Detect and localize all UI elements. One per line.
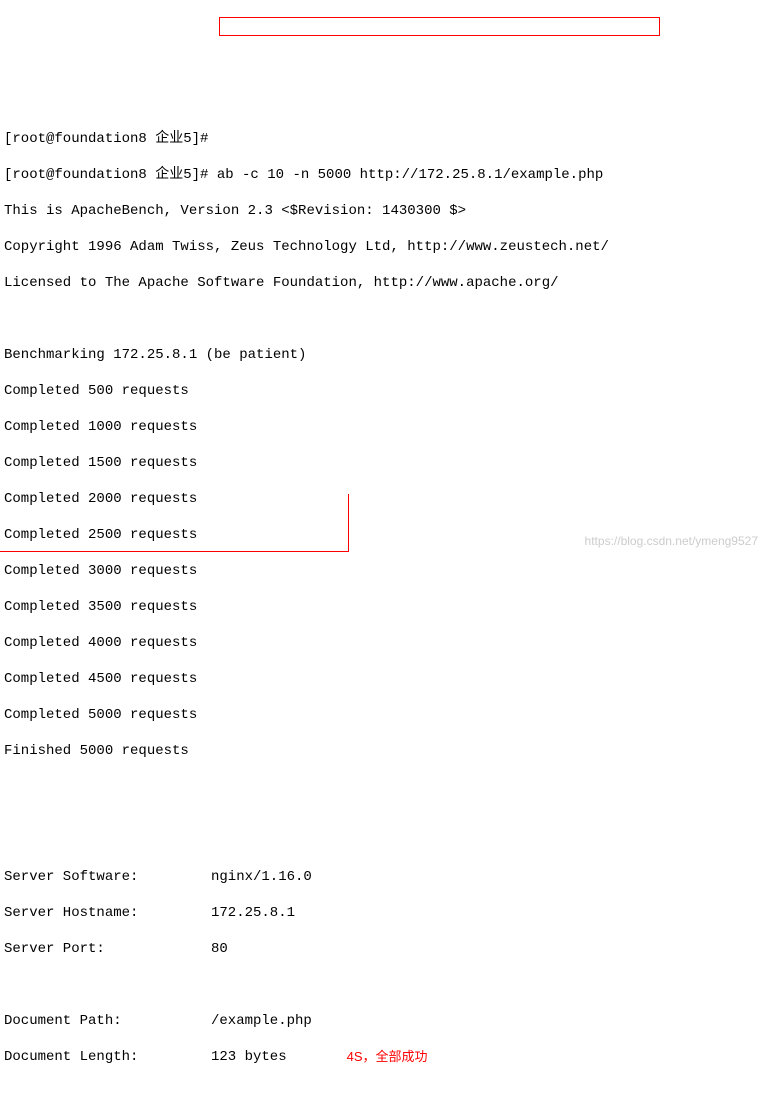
server-hostname-label: Server Hostname: [4,904,211,922]
prompt-line-2: [root@foundation8 企业5]# ab -c 10 -n 5000… [4,166,770,184]
server-hostname-value: 172.25.8.1 [211,904,295,922]
prompt-line-1: [root@foundation8 企业5]# [4,130,770,148]
document-length-row: Document Length: 123 bytes 4S，全部成功 [4,1048,770,1066]
server-software-row: Server Software: nginx/1.16.0 [4,868,770,886]
header-line-1: This is ApacheBench, Version 2.3 <$Revis… [4,202,770,220]
header-line-3: Licensed to The Apache Software Foundati… [4,274,770,292]
document-path-value: /example.php [211,1012,312,1030]
server-software-value: nginx/1.16.0 [211,868,312,886]
progress-line: Completed 3000 requests [4,562,770,580]
server-port-label: Server Port: [4,940,211,958]
progress-line: Completed 2000 requests [4,490,770,508]
progress-line: Completed 4500 requests [4,670,770,688]
document-length-label: Document Length: [4,1048,211,1066]
document-path-row: Document Path: /example.php [4,1012,770,1030]
progress-line: Completed 1500 requests [4,454,770,472]
progress-line: Completed 500 requests [4,382,770,400]
blank-line [4,310,770,328]
document-length-value: 123 bytes [211,1048,287,1066]
red-annotation: 4S，全部成功 [347,1048,428,1066]
server-software-label: Server Software: [4,868,211,886]
blank-line [4,814,770,832]
progress-line: Finished 5000 requests [4,742,770,760]
progress-line: Completed 3500 requests [4,598,770,616]
blank-line [4,976,770,994]
server-port-row: Server Port: 80 [4,940,770,958]
document-path-label: Document Path: [4,1012,211,1030]
blank-line [4,778,770,796]
progress-line: Completed 5000 requests [4,706,770,724]
command-highlight-box [219,17,660,36]
header-line-2: Copyright 1996 Adam Twiss, Zeus Technolo… [4,238,770,256]
server-hostname-row: Server Hostname: 172.25.8.1 [4,904,770,922]
benchmark-title: Benchmarking 172.25.8.1 (be patient) [4,346,770,364]
server-port-value: 80 [211,940,228,958]
progress-line: Completed 4000 requests [4,634,770,652]
progress-line: Completed 1000 requests [4,418,770,436]
blank-line [4,1084,770,1102]
progress-line: Completed 2500 requests [4,526,770,544]
